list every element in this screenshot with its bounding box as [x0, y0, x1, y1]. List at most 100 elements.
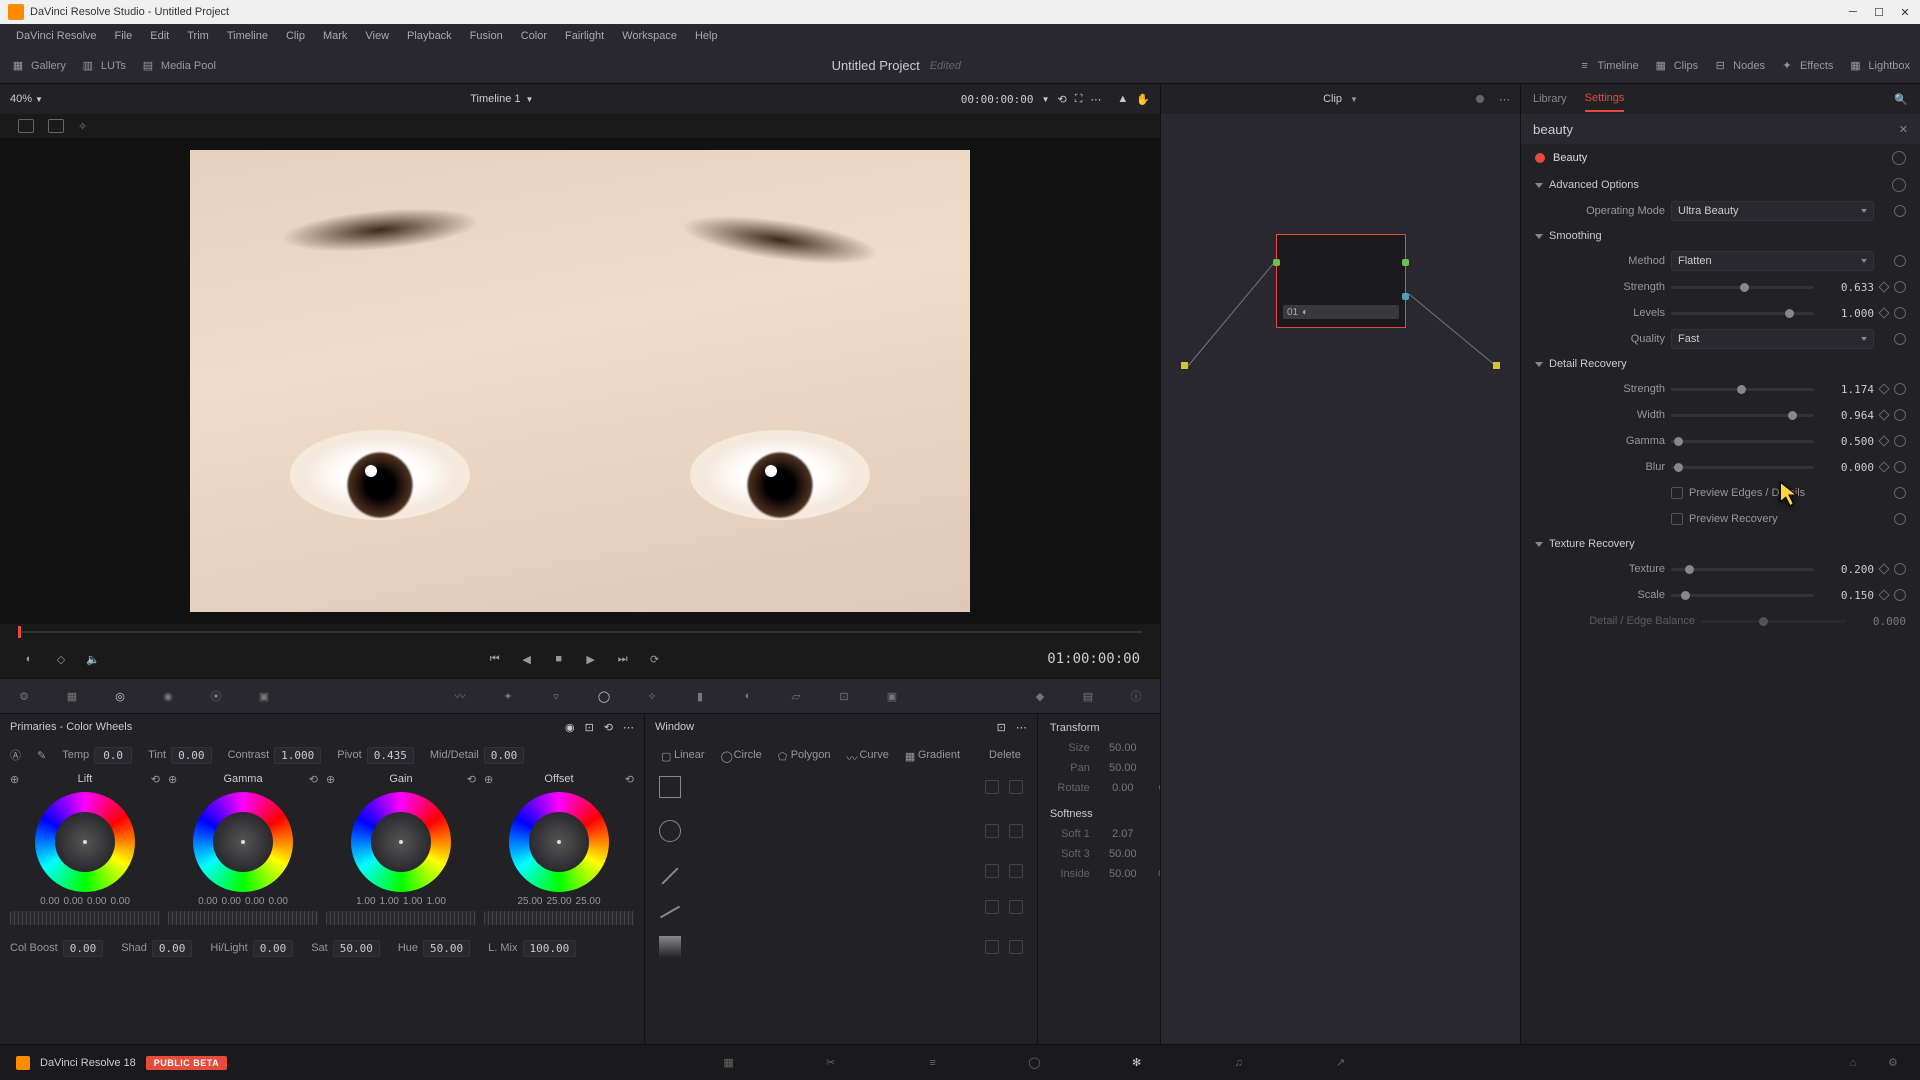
viewer-tool-2[interactable]: [48, 119, 64, 133]
detail-strength-slider[interactable]: [1671, 388, 1814, 391]
qualifier-icon[interactable]: ▿: [546, 686, 566, 706]
page-edit[interactable]: ≡: [922, 1052, 944, 1074]
width-value[interactable]: 0.964: [1820, 409, 1874, 422]
keyframe-toggle[interactable]: [1878, 435, 1889, 446]
color-wheels-icon[interactable]: ◎: [110, 686, 130, 706]
viewer-viewport[interactable]: [0, 138, 1160, 624]
menu-icon[interactable]: ⋯: [1090, 93, 1101, 106]
scopes-icon[interactable]: ▤: [1078, 686, 1098, 706]
maximize-button[interactable]: ☐: [1872, 5, 1886, 19]
shape-linear[interactable]: [659, 776, 1023, 798]
smoothing-strength-slider[interactable]: [1671, 286, 1814, 289]
sat-value[interactable]: 50.00: [333, 940, 380, 957]
section-smoothing[interactable]: Smoothing: [1525, 224, 1916, 248]
color-match-icon[interactable]: ▦: [62, 686, 82, 706]
menu-edit[interactable]: Edit: [142, 28, 177, 44]
shape-curve[interactable]: [659, 900, 1023, 914]
menu-file[interactable]: File: [107, 28, 141, 44]
play-button[interactable]: ▶: [582, 650, 600, 668]
tab-settings[interactable]: Settings: [1585, 86, 1625, 112]
window-tool-delete[interactable]: Delete: [970, 747, 1027, 763]
project-settings-button[interactable]: ⚙: [1882, 1052, 1904, 1074]
window-icon[interactable]: ◯: [594, 686, 614, 706]
page-media[interactable]: ▦: [718, 1052, 740, 1074]
width-slider[interactable]: [1671, 414, 1814, 417]
scale-slider[interactable]: [1671, 594, 1814, 597]
keyframe-toggle[interactable]: [1878, 563, 1889, 574]
reset-icon[interactable]: [1894, 255, 1906, 267]
search-clear-button[interactable]: ✕: [1899, 123, 1908, 136]
wheel-gamma[interactable]: ⊕Gamma⟲0.000.000.000.00: [168, 770, 318, 925]
blur-slider[interactable]: [1671, 466, 1814, 469]
prev-clip-button[interactable]: ⏮: [486, 650, 504, 668]
reset-icon[interactable]: [1894, 333, 1906, 345]
quality-select[interactable]: Fast: [1671, 329, 1874, 349]
shape-circle[interactable]: [659, 820, 1023, 842]
transport-timecode[interactable]: 01:00:00:00: [1047, 651, 1140, 667]
search-icon[interactable]: 🔍: [1894, 93, 1908, 106]
tf-value[interactable]: 2.07: [1098, 828, 1148, 840]
wheel-offset[interactable]: ⊕Offset⟲25.0025.0025.00: [484, 770, 634, 925]
page-fusion[interactable]: ◯: [1024, 1052, 1046, 1074]
temp-value[interactable]: 0.0: [94, 747, 132, 764]
colboost-value[interactable]: 0.00: [63, 940, 104, 957]
nodes-button[interactable]: ⊟Nodes: [1712, 58, 1765, 74]
keyframe-mode-icon[interactable]: ◆: [1030, 686, 1050, 706]
lmix-value[interactable]: 100.00: [523, 940, 577, 957]
wheel-gain[interactable]: ⊕Gain⟲1.001.001.001.00: [326, 770, 476, 925]
shad-value[interactable]: 0.00: [152, 940, 193, 957]
section-detail-recovery[interactable]: Detail Recovery: [1525, 352, 1916, 376]
3d-icon[interactable]: ▣: [882, 686, 902, 706]
key-icon[interactable]: ▱: [786, 686, 806, 706]
effects-button[interactable]: ✦Effects: [1779, 58, 1833, 74]
texture-value[interactable]: 0.200: [1820, 563, 1874, 576]
menu-workspace[interactable]: Workspace: [614, 28, 685, 44]
reset-icon[interactable]: [1894, 383, 1906, 395]
menu-color[interactable]: Color: [513, 28, 555, 44]
stop-button[interactable]: ■: [550, 650, 568, 668]
timeline-name[interactable]: Timeline 1: [470, 93, 520, 105]
next-clip-button[interactable]: ⏭: [614, 650, 632, 668]
node-mode[interactable]: Clip: [1323, 93, 1342, 105]
menu-mark[interactable]: Mark: [315, 28, 355, 44]
loop-icon[interactable]: ⟲: [1057, 93, 1066, 106]
expand-icon[interactable]: ⊡: [585, 721, 594, 734]
reset-icon[interactable]: [1892, 178, 1906, 192]
viewer-zoom[interactable]: 40%▼: [10, 93, 43, 105]
auto-icon[interactable]: Ⓐ: [10, 747, 21, 763]
reset-icon[interactable]: ⊡: [997, 721, 1006, 734]
scale-value[interactable]: 0.150: [1820, 589, 1874, 602]
fx-enable-toggle[interactable]: [1535, 153, 1545, 163]
node-graph[interactable]: 01◐: [1161, 114, 1520, 1044]
tf-value[interactable]: 50.00: [1098, 762, 1148, 774]
reset-icon[interactable]: [1894, 563, 1906, 575]
expand-icon[interactable]: ⛶: [1075, 93, 1083, 106]
menu-view[interactable]: View: [357, 28, 397, 44]
menu-fairlight[interactable]: Fairlight: [557, 28, 612, 44]
menu-davinci-resolve[interactable]: DaVinci Resolve: [8, 28, 105, 44]
gallery-button[interactable]: ▦Gallery: [10, 58, 66, 74]
keyframe-toggle[interactable]: [1878, 589, 1889, 600]
keyframe-toggle[interactable]: [1878, 409, 1889, 420]
lightbox-button[interactable]: ▦Lightbox: [1847, 58, 1910, 74]
info-icon[interactable]: ⓘ: [1126, 686, 1146, 706]
window-tool-curve[interactable]: 〰Curve: [840, 747, 894, 763]
tint-value[interactable]: 0.00: [171, 747, 212, 764]
hdr-wheels-icon[interactable]: ◉: [158, 686, 178, 706]
marker-icon[interactable]: ◇: [52, 650, 70, 668]
reset-icon[interactable]: ⟲: [604, 721, 613, 734]
menu-icon[interactable]: ⋯: [623, 721, 634, 734]
rgb-mixer-icon[interactable]: ⦿: [206, 686, 226, 706]
home-button[interactable]: ⌂: [1842, 1052, 1864, 1074]
pivot-value[interactable]: 0.435: [367, 747, 414, 764]
window-tool-linear[interactable]: ▢Linear: [655, 747, 711, 763]
tf-value[interactable]: 50.00: [1098, 868, 1148, 880]
reset-icon[interactable]: [1894, 435, 1906, 447]
tf-value[interactable]: 50.00: [1098, 848, 1148, 860]
loop-button[interactable]: ⟳: [646, 650, 664, 668]
viewer-timecode[interactable]: 00:00:00:00: [961, 93, 1034, 106]
blur-icon[interactable]: ◐: [738, 686, 758, 706]
contrast-value[interactable]: 1.000: [274, 747, 321, 764]
gamma-slider[interactable]: [1671, 440, 1814, 443]
hilight-value[interactable]: 0.00: [253, 940, 294, 957]
